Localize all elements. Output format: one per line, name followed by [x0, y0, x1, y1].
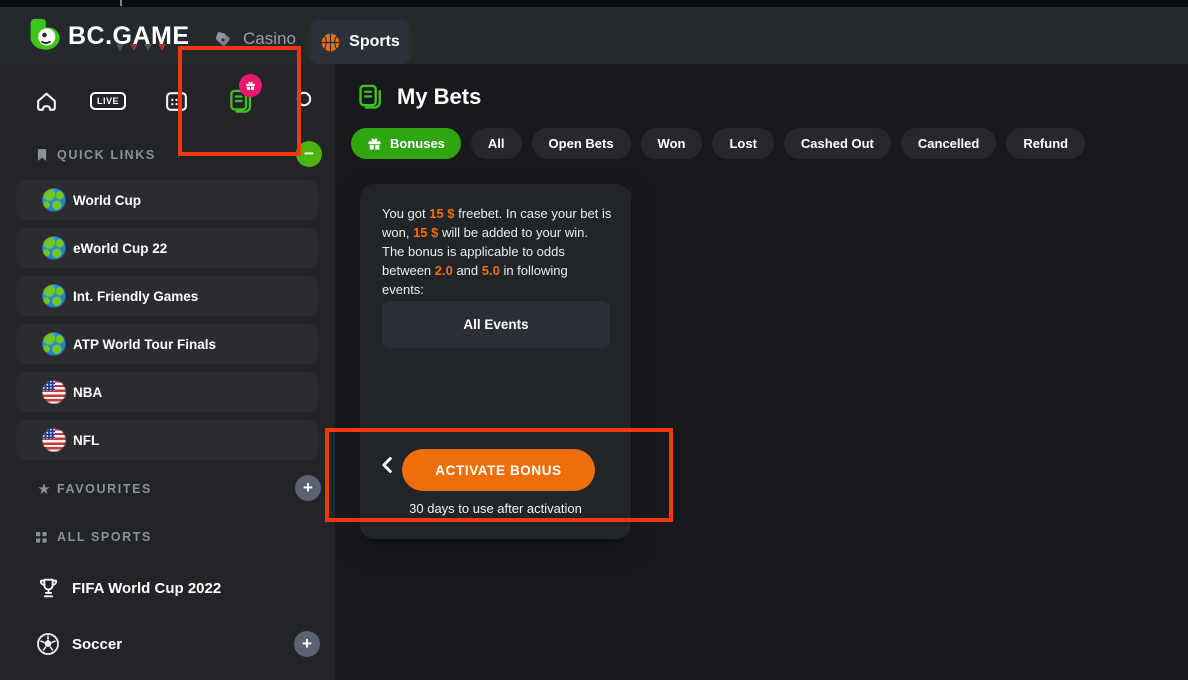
bonus-message-text: and — [453, 263, 482, 278]
favourites-title: FAVOURITES — [57, 482, 152, 496]
quick-links-header: QUICK LINKS — [0, 142, 335, 168]
bonus-odds-max: 5.0 — [482, 263, 500, 278]
all-sports-title: ALL SPORTS — [57, 530, 152, 544]
logo-bunting-flags — [116, 44, 166, 51]
bonus-amount: 15 $ — [413, 225, 438, 240]
activate-bonus-button[interactable]: ACTIVATE BONUS — [402, 449, 595, 491]
tab-open-bets[interactable]: Open Bets — [532, 128, 631, 159]
all-sports-header[interactable]: ALL SPORTS — [0, 524, 335, 550]
quick-link-label: ATP World Tour Finals — [73, 337, 216, 352]
quick-link-label: Int. Friendly Games — [73, 289, 198, 304]
casino-label: Casino — [243, 29, 296, 49]
bcgame-logo-icon — [24, 17, 62, 55]
tab-bonuses[interactable]: Bonuses — [351, 128, 461, 159]
basketball-icon — [320, 32, 341, 53]
home-icon[interactable] — [32, 87, 60, 115]
quick-link-label: eWorld Cup 22 — [73, 241, 167, 256]
tab-refund[interactable]: Refund — [1006, 128, 1085, 159]
tab-label: Cashed Out — [801, 136, 874, 151]
live-label: LIVE — [90, 92, 126, 110]
bonus-message-text: You got — [382, 206, 429, 221]
chevron-left-icon[interactable] — [377, 454, 399, 476]
main-content: My Bets Bonuses All Open Bets Won Lost C… — [335, 64, 1188, 680]
add-favourite-button[interactable]: + — [295, 475, 321, 501]
top-strip — [0, 0, 1188, 7]
sidebar-top-icons: LIVE — [0, 64, 335, 134]
star-icon: ★ — [36, 480, 52, 498]
tab-label: Cancelled — [918, 136, 979, 151]
bonus-odds-min: 2.0 — [435, 263, 453, 278]
my-bets-tabs: Bonuses All Open Bets Won Lost Cashed Ou… — [351, 128, 1085, 159]
favourites-header: ★ FAVOURITES — [0, 476, 335, 502]
collapse-quick-links-button[interactable]: − — [296, 141, 322, 167]
tab-label: Bonuses — [390, 136, 445, 151]
us-flag-icon — [42, 428, 66, 452]
globe-icon — [42, 284, 66, 308]
quick-link-nba[interactable]: NBA — [16, 372, 318, 412]
page-title: My Bets — [397, 84, 481, 110]
sidebar: LIVE — [0, 64, 335, 680]
tab-cancelled[interactable]: Cancelled — [901, 128, 996, 159]
tab-all[interactable]: All — [471, 128, 522, 159]
tab-label: Lost — [729, 136, 756, 151]
quick-link-int-friendly-games[interactable]: Int. Friendly Games — [16, 276, 318, 316]
quick-link-world-cup[interactable]: World Cup — [16, 180, 318, 220]
trophy-icon — [36, 576, 61, 601]
live-icon[interactable]: LIVE — [94, 87, 122, 115]
casino-icon — [212, 28, 234, 50]
bonus-message: You got 15 $ freebet. In case your bet i… — [382, 204, 612, 299]
app-window: BC.GAME Casino Sports — [0, 0, 1188, 680]
grid-icon — [36, 532, 52, 543]
bonus-notification-badge — [239, 74, 262, 97]
sidebar-item-label: Soccer — [72, 636, 122, 653]
all-events-button[interactable]: All Events — [382, 301, 610, 348]
gift-icon — [367, 136, 382, 151]
top-header: BC.GAME Casino Sports — [0, 7, 1188, 64]
nav-tab-sports[interactable]: Sports — [310, 20, 410, 64]
us-flag-icon — [42, 380, 66, 404]
globe-icon — [42, 188, 66, 212]
quick-link-label: NFL — [73, 433, 99, 448]
quick-link-label: World Cup — [73, 193, 141, 208]
tab-cashed-out[interactable]: Cashed Out — [784, 128, 891, 159]
tab-won[interactable]: Won — [641, 128, 703, 159]
globe-icon — [42, 332, 66, 356]
bonus-card: You got 15 $ freebet. In case your bet i… — [360, 184, 631, 539]
add-soccer-button[interactable]: + — [294, 631, 320, 657]
sports-label: Sports — [349, 33, 400, 51]
sidebar-item-soccer[interactable]: Soccer — [0, 632, 335, 658]
sidebar-item-label: FIFA World Cup 2022 — [72, 580, 221, 597]
schedule-calendar-icon[interactable] — [162, 87, 190, 115]
tab-label: All — [488, 136, 505, 151]
quick-link-label: NBA — [73, 385, 102, 400]
tab-label: Refund — [1023, 136, 1068, 151]
top-strip-tick — [120, 0, 122, 6]
soccer-ball-icon — [36, 632, 60, 656]
search-icon[interactable] — [291, 87, 319, 115]
my-bets-icon — [357, 83, 385, 111]
bcgame-logo[interactable]: BC.GAME — [24, 16, 190, 56]
bonus-amount: 15 $ — [429, 206, 454, 221]
quick-link-atp-world-tour-finals[interactable]: ATP World Tour Finals — [16, 324, 318, 364]
nav-tab-casino[interactable]: Casino — [212, 28, 296, 50]
tab-label: Won — [658, 136, 686, 151]
sidebar-item-fifa-world-cup-2022[interactable]: FIFA World Cup 2022 — [0, 576, 335, 602]
quick-link-eworld-cup-22[interactable]: eWorld Cup 22 — [16, 228, 318, 268]
my-bets-header: My Bets — [357, 83, 481, 111]
all-events-label: All Events — [463, 317, 528, 332]
tab-lost[interactable]: Lost — [712, 128, 773, 159]
quick-links-title: QUICK LINKS — [57, 148, 156, 162]
bonus-expiry-note: 30 days to use after activation — [360, 501, 631, 516]
globe-icon — [42, 236, 66, 260]
quick-link-nfl[interactable]: NFL — [16, 420, 318, 460]
bookmark-icon — [36, 148, 52, 162]
tab-label: Open Bets — [549, 136, 614, 151]
